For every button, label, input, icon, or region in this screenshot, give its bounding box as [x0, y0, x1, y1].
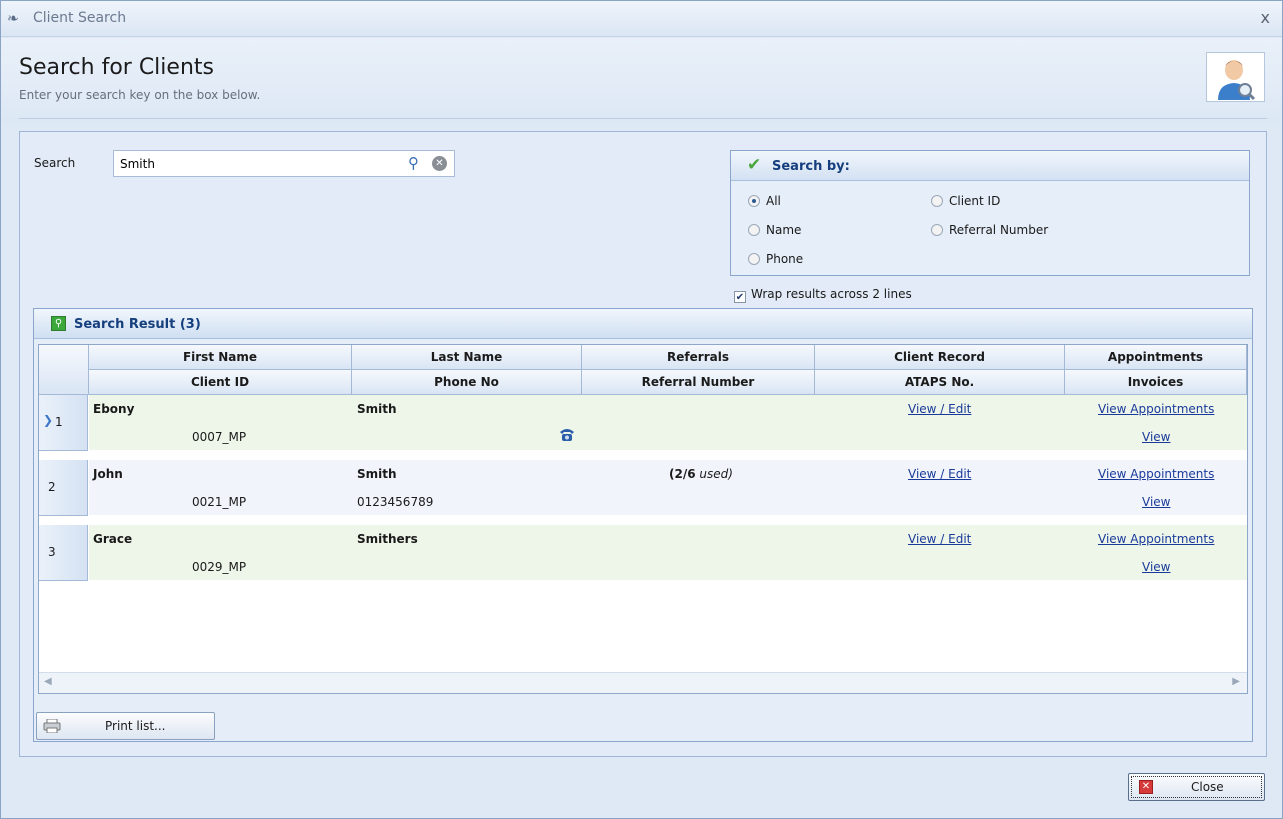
last-name-cell: Smith: [357, 402, 397, 416]
bird-icon: ❧: [7, 11, 19, 27]
search-by-panel: ✔ Search by: All Client ID Name Referral…: [730, 150, 1250, 276]
phone-icon[interactable]: [558, 426, 576, 445]
radio-indicator[interactable]: [748, 195, 760, 207]
title-bar: ❧ Client Search x: [1, 1, 1282, 37]
column-header-last-name[interactable]: Last Name: [352, 345, 582, 370]
radio-indicator[interactable]: [931, 224, 943, 236]
search-result-title: Search Result (3): [74, 317, 201, 332]
referrals-note: used): [699, 467, 733, 481]
radio-phone[interactable]: Phone: [748, 251, 803, 267]
wrap-results-checkbox[interactable]: ✔ Wrap results across 2 lines: [734, 287, 912, 303]
scroll-left-icon[interactable]: ◀: [44, 676, 52, 687]
search-result-header: ⚲ Search Result (3): [34, 309, 1252, 339]
first-name-cell: John: [93, 467, 123, 481]
search-by-title: Search by:: [772, 159, 850, 174]
view-appointments-link[interactable]: View Appointments: [1098, 467, 1214, 481]
view-edit-link[interactable]: View / Edit: [908, 402, 971, 416]
column-header-ataps-no[interactable]: ATAPS No.: [815, 370, 1065, 395]
user-search-icon: [1206, 52, 1265, 102]
client-id-cell: 0007_MP: [192, 430, 247, 444]
header-area: Search for Clients Enter your search key…: [1, 38, 1282, 124]
horizontal-scrollbar[interactable]: ◀ ▶: [39, 672, 1247, 693]
column-header-client-record[interactable]: Client Record: [815, 345, 1065, 370]
wrap-results-label: Wrap results across 2 lines: [751, 287, 912, 301]
last-name-cell: Smithers: [357, 532, 418, 546]
radio-indicator[interactable]: [748, 224, 760, 236]
radio-label: All: [766, 194, 781, 208]
view-invoices-link[interactable]: View: [1142, 495, 1170, 509]
radio-label: Phone: [766, 252, 804, 266]
view-invoices-link[interactable]: View: [1142, 560, 1170, 574]
column-header-invoices[interactable]: Invoices: [1065, 370, 1247, 395]
current-row-arrow-icon: ❯: [43, 413, 54, 427]
radio-label: Name: [766, 223, 802, 237]
close-button[interactable]: ✕ Close: [1128, 773, 1265, 801]
row-number: 3: [48, 545, 56, 559]
window-title: Client Search: [33, 10, 127, 26]
clear-icon[interactable]: ✕: [432, 156, 447, 171]
table-row[interactable]: Ebony Smith View / Edit View Appointment…: [89, 395, 1247, 450]
phone-cell: 0123456789: [357, 495, 434, 509]
checkbox-indicator[interactable]: ✔: [734, 291, 746, 303]
view-appointments-link[interactable]: View Appointments: [1098, 402, 1214, 416]
radio-indicator[interactable]: [931, 195, 943, 207]
grid-corner: [39, 345, 89, 395]
column-header-client-id[interactable]: Client ID: [89, 370, 352, 395]
view-appointments-link[interactable]: View Appointments: [1098, 532, 1214, 546]
print-list-button[interactable]: Print list...: [36, 712, 215, 740]
results-icon: ⚲: [51, 316, 66, 331]
print-list-label: Print list...: [105, 719, 166, 733]
client-id-cell: 0021_MP: [192, 495, 247, 509]
magnifier-icon[interactable]: ⚲: [408, 154, 419, 172]
column-header-first-name[interactable]: First Name: [89, 345, 352, 370]
column-header-phone-no[interactable]: Phone No: [352, 370, 582, 395]
first-name-cell: Ebony: [93, 402, 135, 416]
page-title: Search for Clients: [19, 55, 214, 80]
row-indicator[interactable]: ❯ 1: [39, 395, 88, 451]
row-number: 2: [48, 480, 56, 494]
table-row[interactable]: John Smith (2/6 used) View / Edit View A…: [89, 460, 1247, 515]
checkmark-icon: ✔: [747, 155, 762, 175]
page-subtitle: Enter your search key on the box below.: [19, 88, 261, 102]
scroll-right-icon[interactable]: ▶: [1232, 676, 1240, 687]
radio-label: Referral Number: [949, 223, 1049, 237]
table-row[interactable]: Grace Smithers View / Edit View Appointm…: [89, 525, 1247, 580]
column-header-referral-number[interactable]: Referral Number: [582, 370, 815, 395]
radio-indicator[interactable]: [748, 253, 760, 265]
referrals-count: (2/6: [669, 467, 696, 481]
row-indicator[interactable]: 2: [39, 460, 88, 516]
view-edit-link[interactable]: View / Edit: [908, 467, 971, 481]
radio-referral-number[interactable]: Referral Number: [931, 222, 1048, 238]
client-id-cell: 0029_MP: [192, 560, 247, 574]
radio-client-id[interactable]: Client ID: [931, 193, 1000, 209]
close-label: Close: [1191, 780, 1224, 794]
row-indicator[interactable]: 3: [39, 525, 88, 581]
last-name-cell: Smith: [357, 467, 397, 481]
window-close-icon[interactable]: x: [1261, 8, 1270, 27]
view-edit-link[interactable]: View / Edit: [908, 532, 971, 546]
search-by-header: ✔ Search by:: [731, 151, 1249, 181]
row-number: 1: [55, 415, 63, 429]
header-separator: [19, 118, 1267, 119]
view-invoices-link[interactable]: View: [1142, 430, 1170, 444]
column-header-referrals[interactable]: Referrals: [582, 345, 815, 370]
column-header-appointments[interactable]: Appointments: [1065, 345, 1247, 370]
radio-label: Client ID: [949, 194, 1001, 208]
printer-icon: [43, 718, 61, 734]
close-icon: ✕: [1139, 780, 1153, 794]
search-input[interactable]: [118, 155, 398, 173]
search-field[interactable]: ⚲ ✕: [113, 150, 455, 177]
referrals-cell: (2/6 used): [669, 467, 733, 481]
search-label: Search: [34, 156, 76, 170]
first-name-cell: Grace: [93, 532, 133, 546]
results-grid: First Name Last Name Referrals Client Re…: [38, 344, 1248, 694]
radio-name[interactable]: Name: [748, 222, 801, 238]
radio-all[interactable]: All: [748, 193, 781, 209]
client-search-window: ❧ Client Search x Search for Clients Ent…: [0, 0, 1283, 819]
